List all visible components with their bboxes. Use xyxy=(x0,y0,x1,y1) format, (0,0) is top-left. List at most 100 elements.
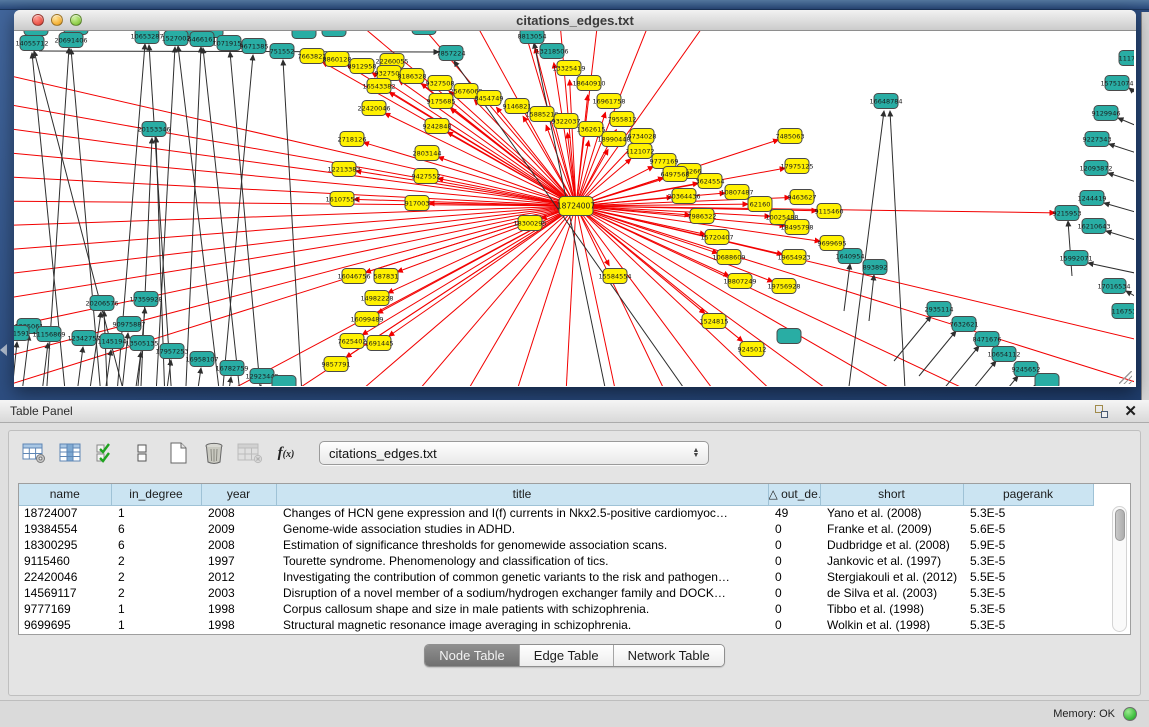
table-cell[interactable]: 5.3E-5 xyxy=(963,617,1093,633)
network-node[interactable]: 17359928 xyxy=(129,292,162,307)
network-node[interactable]: 893892 xyxy=(863,260,888,275)
citation-edge[interactable] xyxy=(576,206,624,386)
network-edge[interactable] xyxy=(1068,221,1072,276)
network-edge[interactable] xyxy=(959,361,996,386)
table-cell[interactable]: 18724007 xyxy=(19,505,111,521)
network-node[interactable]: 16099489 xyxy=(350,312,383,327)
table-cell[interactable]: 0 xyxy=(768,553,820,569)
table-row[interactable]: 2242004622012Investigating the contribut… xyxy=(19,569,1093,585)
column-header[interactable]: pagerank xyxy=(963,484,1093,505)
table-cell[interactable]: Wolkin et al. (1998) xyxy=(820,617,963,633)
citation-edge[interactable] xyxy=(576,206,814,386)
network-node[interactable]: 587831 xyxy=(374,269,399,284)
table-cell[interactable]: 9699695 xyxy=(19,617,111,633)
network-node[interactable]: 10654112 xyxy=(987,347,1020,362)
network-node[interactable] xyxy=(1035,374,1059,387)
delete-table-button[interactable] xyxy=(199,438,229,468)
table-cell[interactable]: Tourette syndrome. Phenomenology and cla… xyxy=(276,553,768,569)
table-cell[interactable]: Stergiakouli et al. (2012) xyxy=(820,569,963,585)
network-canvas[interactable]: 1405571220691406106532871527002646616110… xyxy=(14,31,1134,386)
table-cell[interactable]: Structural magnetic resonance image aver… xyxy=(276,617,768,633)
table-cell[interactable]: Genome-wide association studies in ADHD. xyxy=(276,521,768,537)
table-cell[interactable]: 2012 xyxy=(201,569,276,585)
table-cell[interactable]: 5.3E-5 xyxy=(963,601,1093,617)
table-row[interactable]: 946554611997Estimation of the future num… xyxy=(19,633,1093,635)
network-node[interactable]: 9463627 xyxy=(788,190,817,205)
network-edge[interactable] xyxy=(104,350,111,386)
network-node[interactable]: 7485063 xyxy=(776,129,805,144)
table-cell[interactable]: 5.5E-5 xyxy=(963,569,1093,585)
network-node[interactable]: 17957253 xyxy=(155,344,188,359)
table-selector-dropdown[interactable]: citations_edges.txt ▲▼ xyxy=(319,441,709,465)
network-edge[interactable] xyxy=(1109,144,1134,157)
network-node[interactable]: 2718126 xyxy=(338,132,367,147)
network-node[interactable]: 2935114 xyxy=(925,302,954,317)
citation-edge[interactable] xyxy=(504,206,576,386)
table-cell[interactable]: 9115460 xyxy=(19,553,111,569)
column-header[interactable]: title xyxy=(276,484,768,505)
network-edge[interactable] xyxy=(219,55,253,386)
table-cell[interactable]: Investigating the contribution of common… xyxy=(276,569,768,585)
column-header[interactable]: short xyxy=(820,484,963,505)
network-node[interactable]: 391591 xyxy=(14,326,29,341)
network-edge[interactable] xyxy=(194,368,201,386)
network-node[interactable]: 751552 xyxy=(270,44,295,59)
network-edge[interactable] xyxy=(1106,231,1134,244)
table-cell[interactable]: Yano et al. (2008) xyxy=(820,505,963,521)
table-cell[interactable]: Corpus callosum shape and size in male p… xyxy=(276,601,768,617)
network-node[interactable]: 9427552 xyxy=(412,169,441,184)
network-node[interactable]: 16543382 xyxy=(362,79,395,94)
network-node[interactable]: 917003 xyxy=(405,196,430,211)
table-row[interactable]: 911546021997Tourette syndrome. Phenomeno… xyxy=(19,553,1093,569)
table-cell[interactable]: Disruption of a novel member of a sodium… xyxy=(276,585,768,601)
table-cell[interactable]: 9465546 xyxy=(19,633,111,635)
network-node[interactable]: 18807249 xyxy=(723,274,756,289)
network-edge[interactable] xyxy=(224,377,231,386)
table-cell[interactable]: 6 xyxy=(111,537,201,553)
tab-edge-table[interactable]: Edge Table xyxy=(520,645,614,666)
network-node[interactable]: 1244419 xyxy=(1078,191,1107,206)
network-node[interactable]: 1121072 xyxy=(626,144,655,159)
network-edge[interactable] xyxy=(890,111,907,386)
table-cell[interactable]: Estimation of significance thresholds fo… xyxy=(276,537,768,553)
table-cell[interactable]: 2009 xyxy=(201,521,276,537)
table-cell[interactable]: 5.6E-5 xyxy=(963,521,1093,537)
network-node[interactable]: 18724007 xyxy=(557,197,595,216)
network-node[interactable]: 90975887 xyxy=(112,317,145,332)
network-node[interactable]: 10653287 xyxy=(130,31,163,44)
network-node[interactable]: 3624554 xyxy=(696,174,725,189)
network-node[interactable]: 7955812 xyxy=(608,112,637,127)
network-node[interactable]: 20206576 xyxy=(85,296,118,311)
network-node[interactable]: 12093872 xyxy=(1079,161,1112,176)
table-cell[interactable]: Tibbo et al. (1998) xyxy=(820,601,963,617)
network-edge[interactable] xyxy=(981,376,1018,386)
table-cell[interactable]: 0 xyxy=(768,569,820,585)
citation-edge[interactable] xyxy=(397,206,576,272)
table-cell[interactable]: 2 xyxy=(111,585,201,601)
table-row[interactable]: 1456911722003Disruption of a novel membe… xyxy=(19,585,1093,601)
network-edge[interactable] xyxy=(149,45,174,386)
network-node[interactable]: 13325419 xyxy=(552,61,585,76)
network-node[interactable]: 19756928 xyxy=(767,279,800,294)
network-node[interactable]: 15584554 xyxy=(598,269,631,284)
table-cell[interactable]: Changes of HCN gene expression and I(f) … xyxy=(276,505,768,521)
network-edge[interactable] xyxy=(844,264,850,311)
network-edge[interactable] xyxy=(1108,173,1134,186)
table-cell[interactable]: 1997 xyxy=(201,633,276,635)
network-node[interactable]: 16782759 xyxy=(215,361,248,376)
network-node[interactable]: 1524815 xyxy=(700,314,729,329)
citation-edge[interactable] xyxy=(14,126,576,206)
network-node[interactable]: 18300295 xyxy=(513,216,546,231)
close-window-button[interactable] xyxy=(32,14,44,26)
table-cell[interactable]: 2008 xyxy=(201,505,276,521)
citation-edge[interactable] xyxy=(576,206,1134,386)
network-node[interactable] xyxy=(777,329,801,344)
table-cell[interactable]: 5.3E-5 xyxy=(963,553,1093,569)
network-edge[interactable] xyxy=(14,342,17,386)
table-cell[interactable]: 5.9E-5 xyxy=(963,537,1093,553)
minimize-window-button[interactable] xyxy=(51,14,63,26)
table-scrollbar-thumb[interactable] xyxy=(1115,509,1125,541)
network-node[interactable] xyxy=(292,31,316,39)
network-node[interactable]: 111753 xyxy=(1119,51,1134,66)
table-cell[interactable]: 5.3E-5 xyxy=(963,633,1093,635)
